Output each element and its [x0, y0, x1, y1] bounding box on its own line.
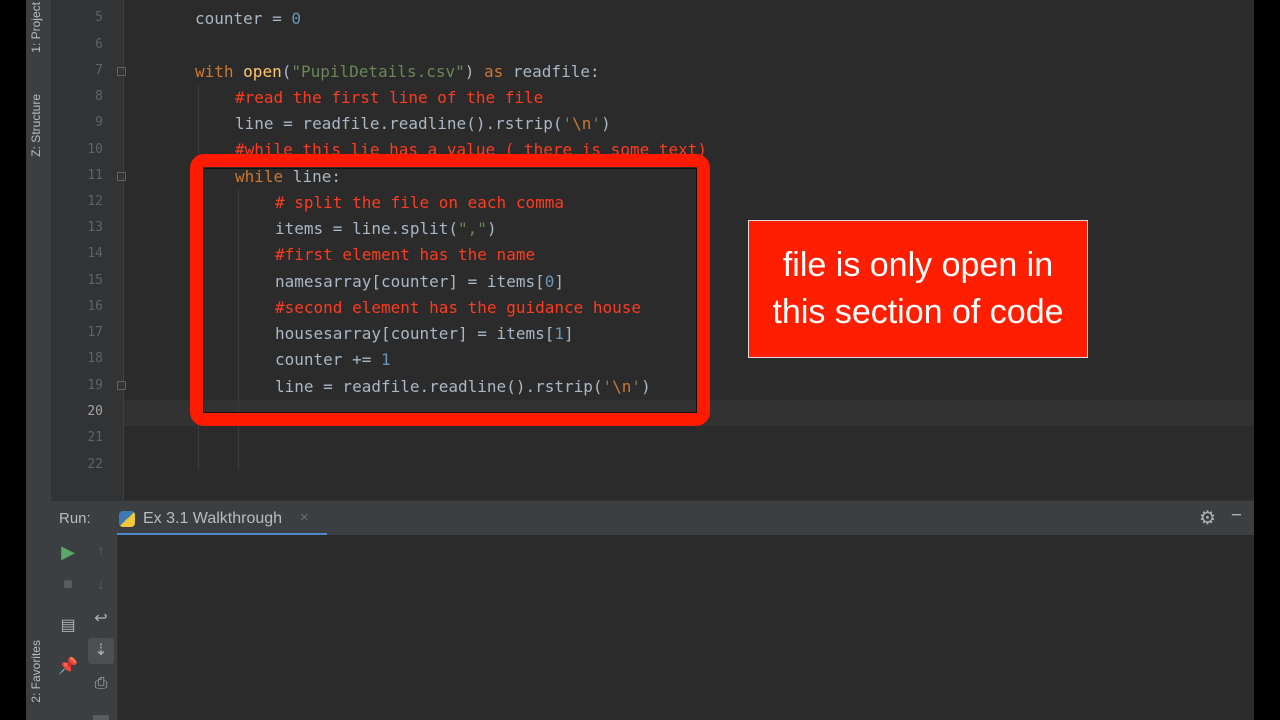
soft-wrap-icon[interactable]: ↩: [88, 606, 114, 632]
close-tab-icon[interactable]: ×: [300, 509, 309, 526]
run-label: Run:: [59, 510, 91, 527]
code-line-7: with open("PupilDetails.csv") as readfil…: [195, 62, 600, 81]
code-line-5: counter = 0: [195, 9, 301, 28]
gear-icon[interactable]: ⚙: [1199, 507, 1216, 530]
scroll-to-end-icon[interactable]: ⇣: [88, 638, 114, 664]
structure-tool-tab[interactable]: Z: Structure: [29, 94, 47, 157]
annotation-callout: file is only open in this section of cod…: [748, 220, 1088, 358]
minimize-icon[interactable]: −: [1231, 505, 1242, 527]
project-tool-tab[interactable]: 1: Project: [29, 2, 47, 53]
rerun-icon[interactable]: ▶: [55, 539, 81, 565]
favorites-tab-label: 2: Favorites: [29, 640, 43, 703]
highlight-inner-border: [203, 168, 697, 413]
structure-tab-label: Z: Structure: [29, 94, 43, 157]
run-config-tab[interactable]: Ex 3.1 Walkthrough ×: [117, 501, 327, 536]
trash-icon[interactable]: ▬: [88, 703, 114, 720]
left-tool-strip: 1: Project Z: Structure 2: Favorites: [26, 0, 52, 720]
down-arrow-icon[interactable]: ↓: [88, 572, 114, 598]
stop-icon[interactable]: ■: [55, 572, 81, 598]
print-icon[interactable]: ⎙: [88, 671, 114, 697]
code-line-8: #read the first line of the file: [235, 88, 544, 107]
pin-icon[interactable]: 📌: [55, 654, 81, 680]
favorites-tool-tab[interactable]: 2: Favorites: [29, 640, 47, 703]
layout-icon[interactable]: ▤: [55, 613, 81, 639]
up-arrow-icon[interactable]: ↑: [88, 539, 114, 565]
right-border: [1254, 0, 1280, 720]
python-icon: [119, 511, 135, 527]
annotation-text: file is only open in this section of cod…: [772, 246, 1064, 331]
run-tab-label: Ex 3.1 Walkthrough: [143, 510, 283, 527]
run-toolbar: ▶ ■ ▤ 📌 ↑ ↓ ↩ ⇣ ⎙ ▬: [51, 535, 118, 720]
project-tab-label: 1: Project: [29, 2, 43, 53]
run-panel-header: Run: Ex 3.1 Walkthrough × ⚙ −: [51, 500, 1254, 536]
code-line-9: line = readfile.readline().rstrip('\n'): [235, 114, 611, 133]
run-console[interactable]: ▶ ■ ▤ 📌 ↑ ↓ ↩ ⇣ ⎙ ▬: [51, 535, 1254, 720]
